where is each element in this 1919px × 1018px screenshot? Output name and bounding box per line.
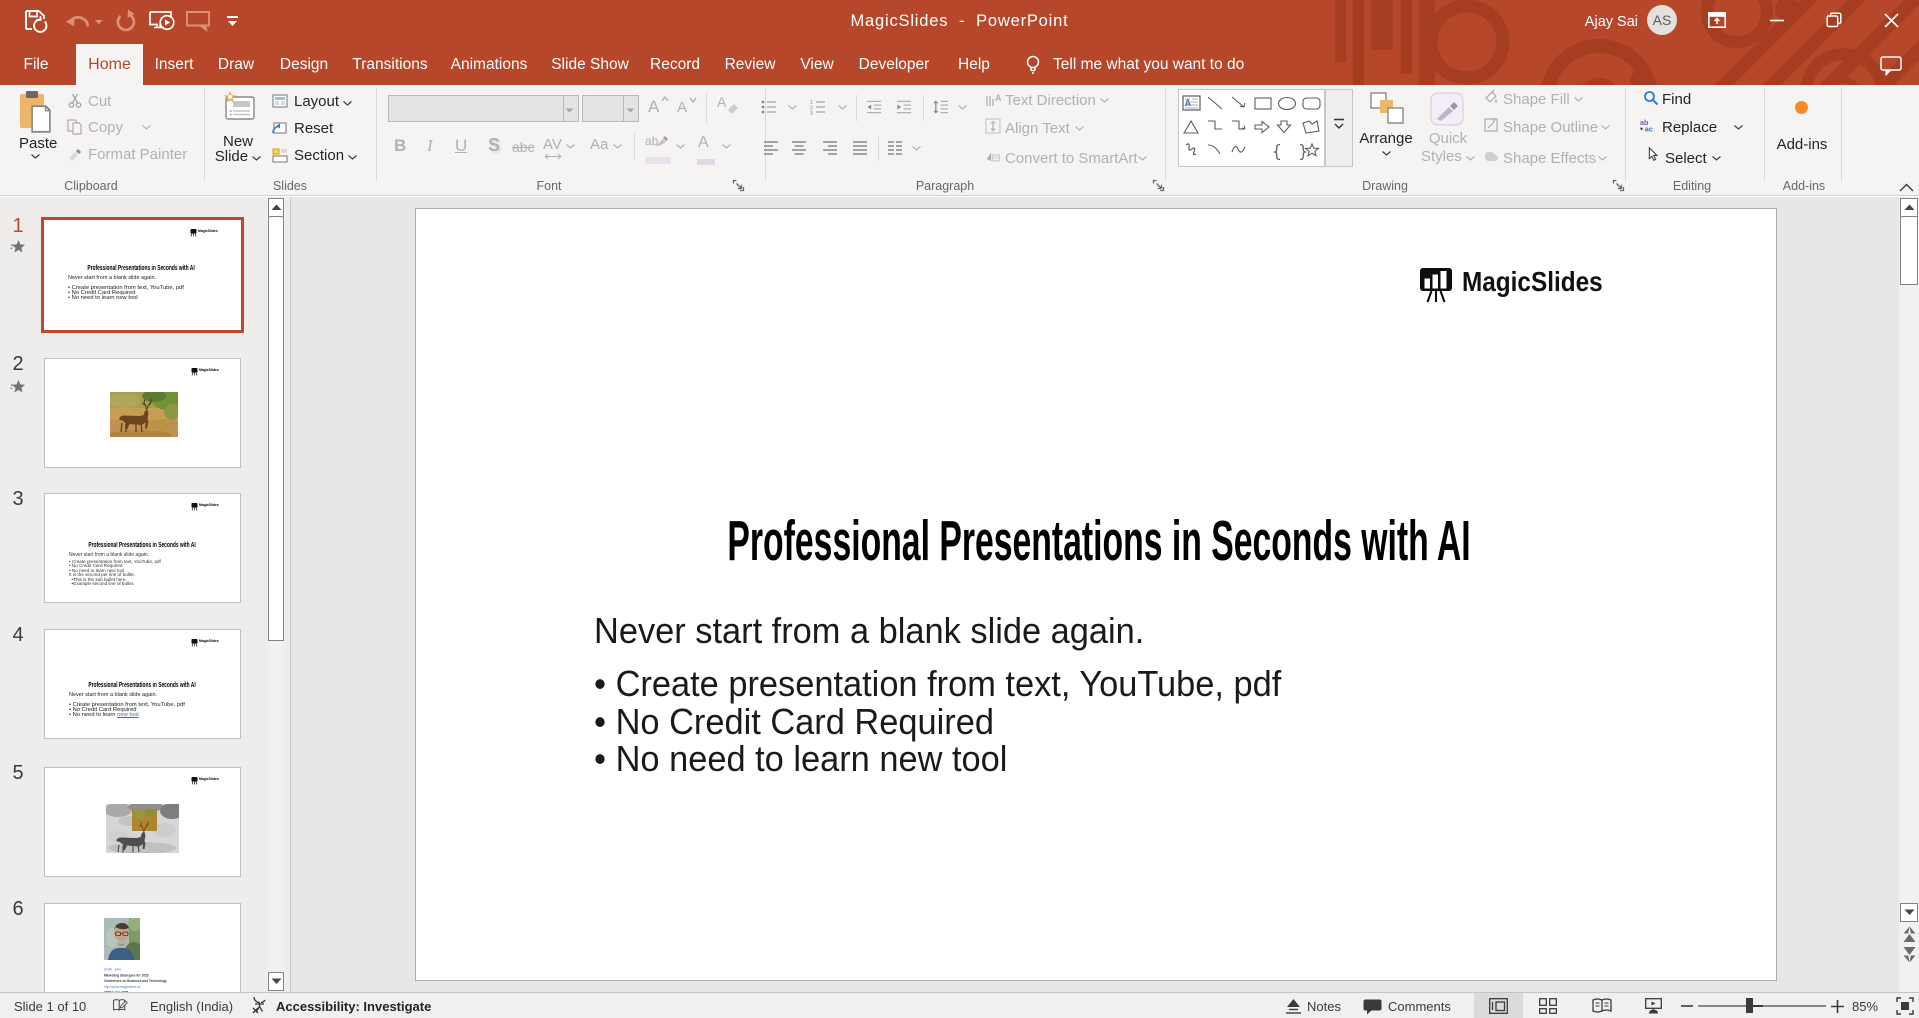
svg-text:ac: ac xyxy=(1645,124,1653,133)
svg-text:A: A xyxy=(995,93,1001,103)
svg-text:3: 3 xyxy=(810,111,813,115)
svg-text:A: A xyxy=(1185,98,1192,108)
